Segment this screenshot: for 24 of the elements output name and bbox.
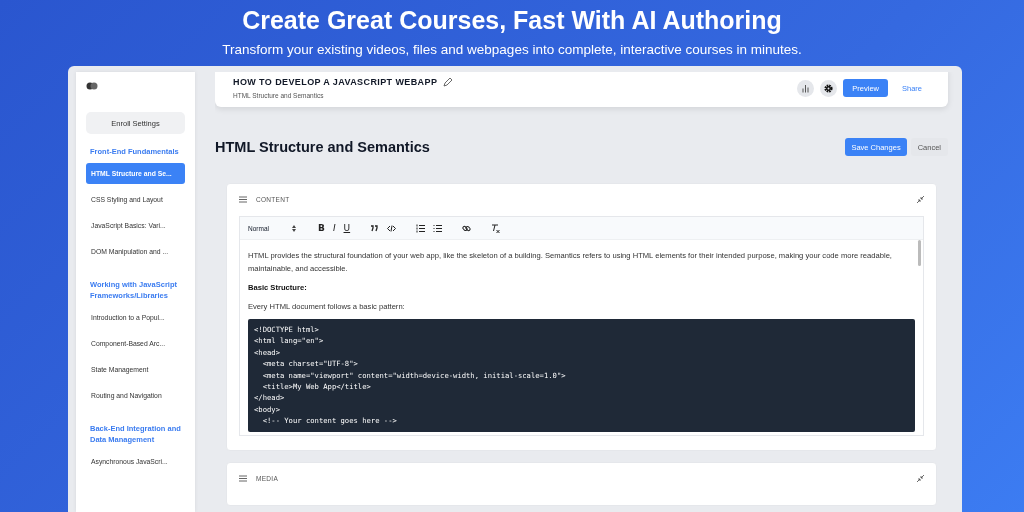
course-title: HOW TO DEVELOP A JAVASCRIPT WEBAPP bbox=[233, 77, 438, 87]
rich-text-editor[interactable] bbox=[239, 216, 924, 436]
dropdown-arrows-icon bbox=[292, 224, 296, 232]
drag-handle-icon bbox=[239, 474, 247, 482]
logo-icon bbox=[86, 80, 98, 92]
italic-button[interactable]: I bbox=[332, 223, 336, 233]
link-icon[interactable] bbox=[462, 223, 472, 233]
banner-subtitle: Transform your existing videos, files and webpages into complete, interactive courses in minutes. bbox=[222, 42, 802, 57]
pencil-icon bbox=[443, 77, 453, 87]
code-icon[interactable] bbox=[387, 223, 397, 233]
collapse-icon bbox=[917, 195, 924, 203]
collapse-icon bbox=[917, 474, 924, 482]
page-title: HTML Structure and Semantics bbox=[215, 139, 431, 155]
banner-title: Create Great Courses, Fast With AI Authoring bbox=[242, 6, 782, 35]
quote-icon[interactable] bbox=[370, 223, 380, 233]
chart-icon[interactable] bbox=[797, 79, 815, 97]
scrollbar[interactable] bbox=[918, 240, 921, 266]
clear-format-icon[interactable] bbox=[491, 223, 501, 233]
underline-button[interactable]: U bbox=[343, 223, 351, 233]
bold-button[interactable]: B bbox=[318, 223, 325, 233]
drag-handle-icon bbox=[239, 195, 247, 203]
numbered-list-icon[interactable] bbox=[416, 223, 426, 233]
settings-icon[interactable] bbox=[820, 79, 838, 97]
bullet-list-icon[interactable] bbox=[433, 223, 443, 233]
